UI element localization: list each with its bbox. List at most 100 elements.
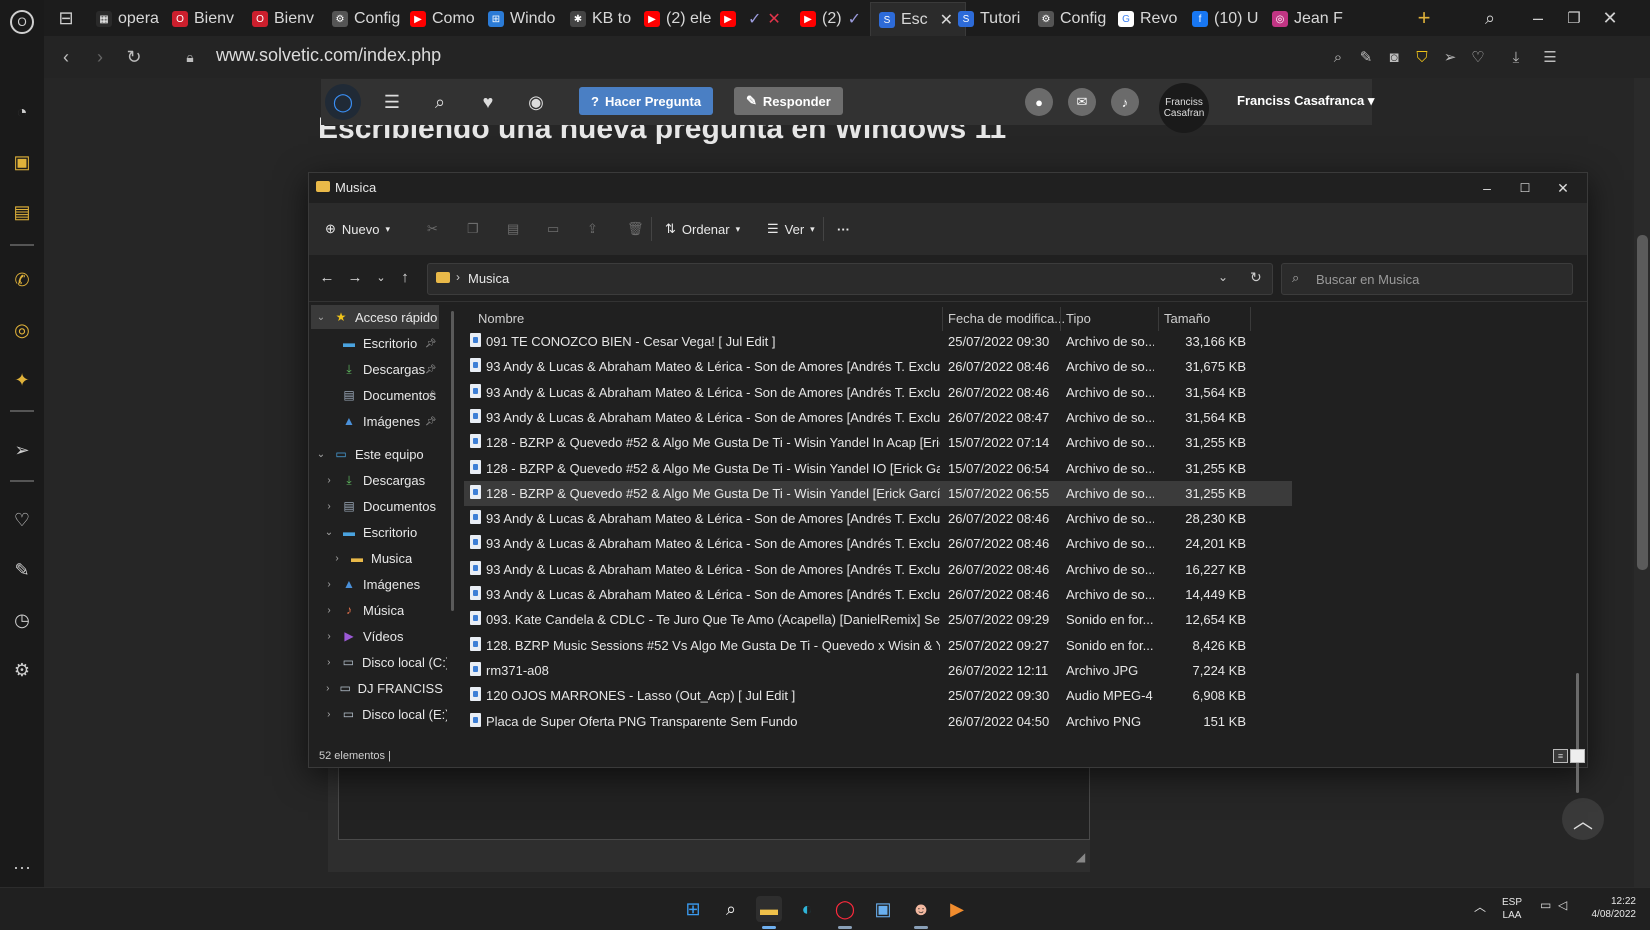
close-icon[interactable]: ✕ <box>1549 177 1577 199</box>
expand-chevron-icon[interactable]: ⌄ <box>315 449 327 460</box>
volume-icon[interactable]: ◁ <box>1558 898 1567 912</box>
pin-icon[interactable]: 📌︎ <box>425 390 436 401</box>
speed-dial-icon[interactable]: ◔ <box>10 100 34 124</box>
expand-chevron-icon[interactable]: ⌄ <box>323 527 335 538</box>
shopping-icon[interactable]: ▣ <box>10 150 34 174</box>
table-row[interactable]: 93 Andy & Lucas & Abraham Mateo & Lérica… <box>464 380 1292 405</box>
recent-locations-icon[interactable]: ⌄ <box>371 267 391 287</box>
minimize-window-icon[interactable]: – <box>1526 6 1550 30</box>
collapse-chevron-icon[interactable]: › <box>323 657 335 668</box>
table-row[interactable]: 93 Andy & Lucas & Abraham Mateo & Lérica… <box>464 405 1292 430</box>
address-dropdown-icon[interactable]: ⌄ <box>1218 270 1228 284</box>
vpn-shield-icon[interactable]: ⛉ <box>1410 45 1434 69</box>
nav-item[interactable]: › ▭ Disco local (E:) <box>311 702 447 726</box>
expand-chevron-icon[interactable]: ⌄ <box>315 312 327 323</box>
whatsapp-icon[interactable]: ✆ <box>10 268 34 292</box>
large-icons-view-icon[interactable] <box>1570 749 1585 763</box>
nav-item[interactable]: ▤ Documentos 📌︎ <box>311 383 447 407</box>
reply-button[interactable]: ✎ Responder <box>734 87 843 115</box>
new-tab-plus-icon[interactable]: + <box>1412 5 1436 30</box>
nav-item[interactable]: › ▲ Imágenes <box>311 572 447 596</box>
nav-item[interactable]: ⌄ ▭ Este equipo <box>311 442 439 466</box>
collapse-chevron-icon[interactable]: › <box>331 553 343 564</box>
twitch-icon[interactable]: ▤ <box>10 200 34 224</box>
nav-item[interactable]: ⤓ Descargas 📌︎ <box>311 357 447 381</box>
table-row[interactable]: 93 Andy & Lucas & Abraham Mateo & Lérica… <box>464 557 1292 582</box>
reload-icon[interactable]: ↻ <box>122 45 146 69</box>
share-icon[interactable]: ⇪ <box>587 218 598 240</box>
heart-icon[interactable]: ♡ <box>10 508 34 532</box>
details-view-icon[interactable]: ≡ <box>1553 749 1568 763</box>
file-list-scrollbar[interactable] <box>1576 673 1579 793</box>
table-row[interactable]: 93 Andy & Lucas & Abraham Mateo & Lérica… <box>464 506 1292 531</box>
show-hidden-icons-icon[interactable]: ︿ <box>1474 898 1486 915</box>
nav-item[interactable]: ⌄ ▬ Escritorio <box>311 520 447 544</box>
copy-icon[interactable]: ❐ <box>467 218 479 240</box>
back-arrow-icon[interactable]: ← <box>317 267 337 287</box>
file-explorer-icon[interactable]: ▬ <box>756 896 782 922</box>
mail-icon[interactable]: ✉ <box>1068 88 1096 116</box>
profile-icon[interactable]: ● <box>1025 88 1053 116</box>
collapse-chevron-icon[interactable]: › <box>323 683 333 694</box>
table-row[interactable]: 120 OJOS MARRONES - Lasso (Out_Acp) [ Ju… <box>464 683 1292 708</box>
table-row[interactable]: 128 - BZRP & Quevedo #52 & Algo Me Gusta… <box>464 456 1292 481</box>
forward-arrow-icon[interactable]: → <box>345 267 365 287</box>
collapse-chevron-icon[interactable]: › <box>323 605 335 616</box>
new-button[interactable]: ⊕ Nuevo ▾ <box>325 218 390 240</box>
taskbar-search-icon[interactable]: ⌕ <box>718 896 744 922</box>
edit-icon[interactable]: ✎ <box>10 558 34 582</box>
question-textarea[interactable] <box>338 760 1090 840</box>
site-search-icon[interactable]: ⌕ <box>427 89 453 115</box>
page-scrollbar-thumb[interactable] <box>1637 235 1648 570</box>
url-field[interactable]: www.solvetic.com/index.php <box>216 45 441 66</box>
view-button[interactable]: ☰ Ver ▾ <box>767 218 815 240</box>
up-arrow-icon[interactable]: ↑ <box>395 267 415 287</box>
column-separator[interactable] <box>1060 307 1061 331</box>
column-header-name[interactable]: Nombre <box>478 307 524 329</box>
column-header-size[interactable]: Tamaño <box>1164 307 1210 329</box>
back-to-top-button[interactable]: ︿ <box>1562 798 1604 840</box>
nav-item[interactable]: › ♪ Música <box>311 598 447 622</box>
column-header-type[interactable]: Tipo <box>1066 307 1091 329</box>
nav-item[interactable]: › ▶ Vídeos <box>311 624 447 648</box>
nav-item[interactable]: › ▤ Documentos <box>311 494 447 518</box>
media-player-icon[interactable]: ▶ <box>944 896 970 922</box>
favorites-heart-icon[interactable]: ♥ <box>475 89 501 115</box>
delete-icon[interactable]: 🗑︎ <box>627 218 644 240</box>
table-row[interactable]: 128 - BZRP & Quevedo #52 & Algo Me Gusta… <box>464 480 1292 506</box>
ask-question-button[interactable]: ? Hacer Pregunta <box>579 87 714 115</box>
table-row[interactable]: Placa de Super Oferta PNG Transparente S… <box>464 709 1292 734</box>
table-row[interactable]: rm371-a08 26/07/2022 12:11 Archivo JPG 7,22… <box>464 658 1292 683</box>
search-tabs-icon[interactable]: ⌕ <box>1478 6 1502 30</box>
breadcrumb[interactable]: › Musica ⌄ ↻ <box>427 263 1273 295</box>
settings-gear-icon[interactable]: ⚙ <box>10 658 34 682</box>
refresh-icon[interactable]: ↻ <box>1250 269 1262 286</box>
pin-icon[interactable]: 📌︎ <box>425 416 436 427</box>
opera-logo-icon[interactable]: O <box>10 10 34 34</box>
sort-button[interactable]: ⇅ Ordenar ▾ <box>665 218 740 240</box>
maximize-icon[interactable]: ☐ <box>1511 177 1539 199</box>
language-indicator[interactable]: ESP LAA <box>1502 896 1522 922</box>
easy-setup-icon[interactable]: ☰ <box>1538 45 1562 69</box>
menu-hamburger-icon[interactable]: ☰ <box>379 89 405 115</box>
pin-icon[interactable]: 📌︎ <box>425 364 436 375</box>
more-options-button[interactable]: ··· <box>837 218 850 240</box>
user-circle-icon[interactable]: ◉ <box>523 89 549 115</box>
nav-item[interactable]: › ▭ DJ FRANCISS (D:) <box>311 676 447 700</box>
edge-icon[interactable]: ◐ <box>794 896 820 922</box>
collapse-chevron-icon[interactable]: › <box>323 501 335 512</box>
browser-tab[interactable]: ◎ Jean F <box>1264 2 1358 36</box>
resize-handle-icon[interactable]: ◢ <box>1076 850 1085 864</box>
notifications-bell-icon[interactable]: ♪ <box>1111 88 1139 116</box>
close-window-icon[interactable]: ✕ <box>1598 6 1622 30</box>
pin-icon[interactable]: 📌︎ <box>425 338 436 349</box>
column-separator[interactable] <box>942 307 943 331</box>
table-row[interactable]: 93 Andy & Lucas & Abraham Mateo & Lérica… <box>464 354 1292 379</box>
app-face-icon[interactable]: ☻ <box>908 896 934 922</box>
forward-icon[interactable]: › <box>88 45 112 69</box>
opera-icon[interactable]: ◯ <box>832 896 858 922</box>
more-dots-icon[interactable]: ··· <box>10 855 34 879</box>
edit-page-icon[interactable]: ✎ <box>1354 45 1378 69</box>
send-icon[interactable]: ➢ <box>10 438 34 462</box>
table-row[interactable]: 93 Andy & Lucas & Abraham Mateo & Lérica… <box>464 582 1292 607</box>
